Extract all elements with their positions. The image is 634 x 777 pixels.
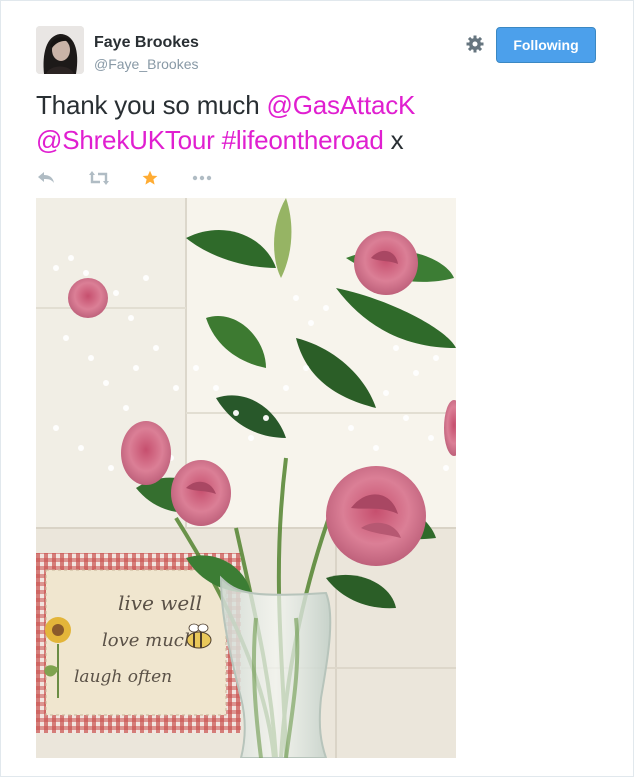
- tweet-photo[interactable]: live well love much laugh often: [36, 198, 456, 758]
- sign-text-line-2: love much: [102, 630, 195, 651]
- favorite-button[interactable]: [140, 167, 160, 189]
- tweet-text-part: Thank you so much: [36, 90, 267, 120]
- author-handle[interactable]: @Faye_Brookes: [94, 56, 198, 72]
- tweet-card: Faye Brookes @Faye_Brookes Following Tha…: [0, 0, 634, 777]
- sign-text-line-3: laugh often: [74, 667, 172, 687]
- bee-drawing: [186, 623, 212, 649]
- author-name[interactable]: Faye Brookes: [94, 34, 199, 52]
- more-icon: [192, 175, 212, 181]
- retweet-icon: [89, 171, 109, 185]
- hashtag-link[interactable]: #lifeontheroad: [222, 125, 384, 155]
- following-button[interactable]: Following: [496, 27, 596, 63]
- retweet-button[interactable]: [88, 167, 110, 189]
- tweet-text-end: x: [383, 125, 404, 155]
- gear-icon[interactable]: [465, 34, 485, 54]
- tweet-text: Thank you so much @GasAttacK @ShrekUKTou…: [36, 88, 606, 158]
- tweet-text-space: [215, 125, 222, 155]
- reply-icon: [38, 172, 54, 183]
- avatar[interactable]: [36, 26, 84, 74]
- mention-shrekuktour-link[interactable]: @ShrekUKTour: [36, 125, 215, 155]
- star-icon: [142, 170, 158, 185]
- sign-text-line-1: live well: [118, 591, 202, 615]
- more-button[interactable]: [191, 167, 213, 189]
- following-button-label: Following: [513, 37, 579, 53]
- flowers-vase-photo: live well love much laugh often: [36, 198, 456, 758]
- mention-gasattack-link[interactable]: @GasAttacK: [267, 90, 416, 120]
- avatar-image: [36, 26, 84, 74]
- reply-button[interactable]: [36, 167, 56, 189]
